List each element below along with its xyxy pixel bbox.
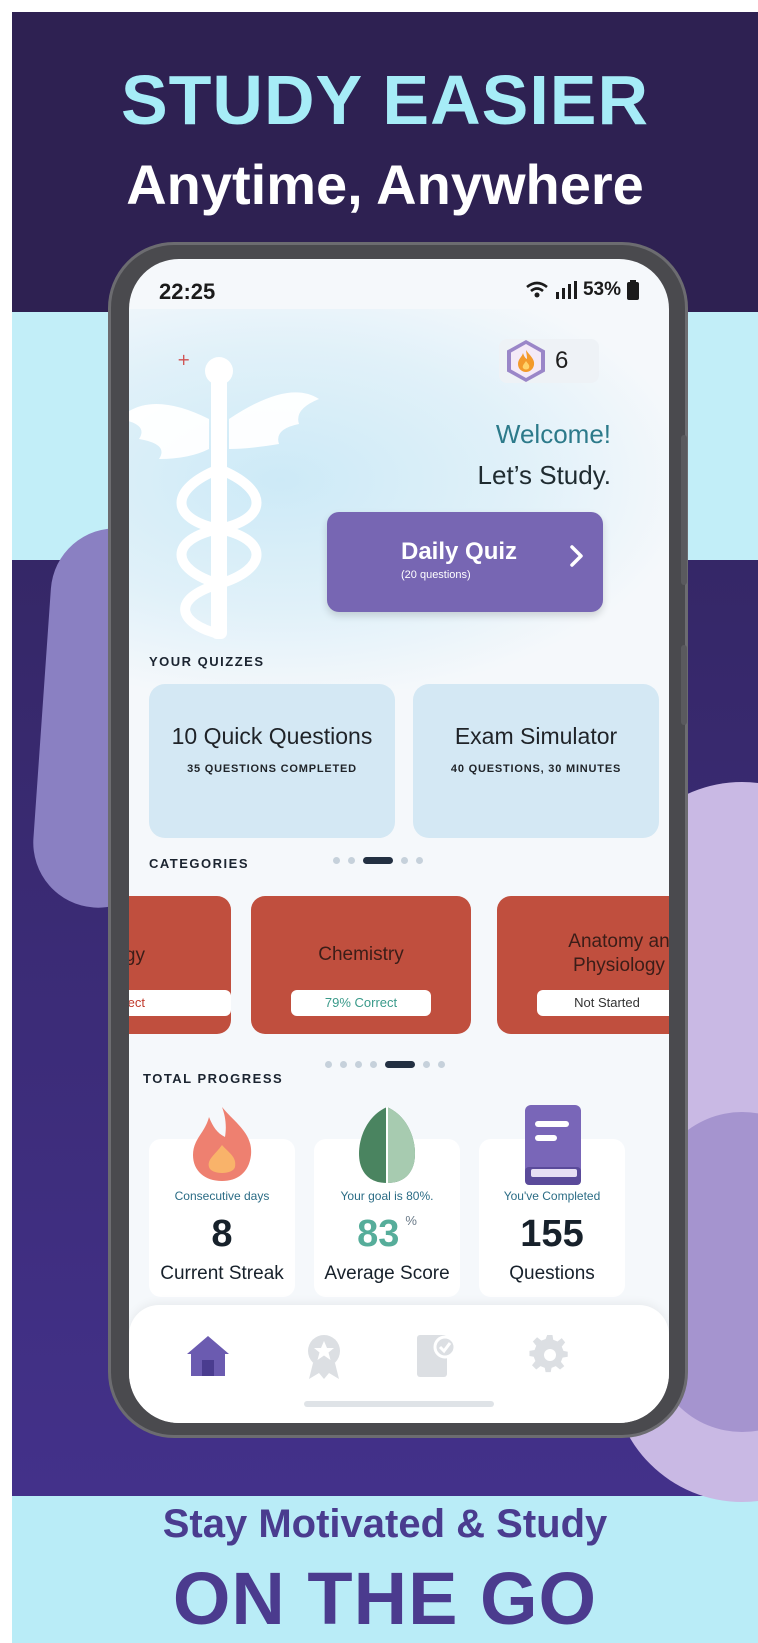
category-status: orrect [129, 990, 231, 1016]
phone-side-button [681, 435, 687, 585]
flame-icon [518, 350, 535, 372]
quiz-card-subtitle: 35 QUESTIONS COMPLETED [187, 763, 357, 775]
stat-card-questions: You've Completed 155 Questions [479, 1105, 625, 1297]
stat-caption: Your goal is 80%. [340, 1189, 434, 1203]
stat-caption: Consecutive days [174, 1189, 270, 1203]
quiz-card-exam-simulator[interactable]: Exam Simulator 40 QUESTIONS, 30 MINUTES [413, 684, 659, 838]
daily-quiz-button[interactable]: Daily Quiz (20 questions) [327, 512, 603, 612]
category-status: Not Started [537, 990, 669, 1016]
stat-card-average-score: Your goal is 80%. 83% Average Score [314, 1107, 460, 1297]
stat-value: 8 [211, 1213, 233, 1255]
category-card-anatomy[interactable]: Anatomy an Physiology Not Started [497, 896, 669, 1034]
category-status: 79% Correct [291, 990, 431, 1016]
welcome-subtitle: Let’s Study. [477, 460, 611, 490]
battery-icon [627, 280, 639, 300]
streak-hex [507, 340, 545, 382]
tab-achievements[interactable] [299, 1331, 349, 1381]
quiz-card-quick-questions[interactable]: 10 Quick Questions 35 QUESTIONS COMPLETE… [149, 684, 395, 838]
section-label-total-progress: TOTAL PROGRESS [143, 1071, 284, 1086]
gear-icon [529, 1335, 568, 1373]
caduceus-illustration: + [129, 350, 319, 639]
category-title: Anatomy an Physiology [568, 931, 669, 976]
category-card-chemistry[interactable]: Chemistry 79% Correct [251, 896, 471, 1034]
checklist-icon [417, 1335, 457, 1377]
tab-home[interactable] [183, 1331, 233, 1381]
daily-quiz-title: Daily Quiz [401, 538, 518, 565]
chevron-right-icon [570, 545, 583, 567]
phone-frame: + 22:25 53% 6 Welcome! Let’s Study. Dail… [108, 242, 688, 1438]
signal-icon [555, 281, 577, 299]
welcome-block: Welcome! Let’s Study. [478, 419, 611, 491]
award-icon [308, 1335, 340, 1379]
tab-progress[interactable] [411, 1331, 461, 1381]
stat-label: Current Streak [160, 1263, 284, 1284]
phone-side-button [681, 645, 687, 725]
section-label-categories: CATEGORIES [149, 856, 249, 871]
status-bar: 22:25 53% [129, 259, 669, 319]
section-label-your-quizzes: YOUR QUIZZES [149, 654, 265, 669]
status-indicators: 53% [525, 279, 639, 301]
promo-footer-line: Stay Motivated & Study [162, 1502, 608, 1546]
promo-footer-headline: ON THE GO [172, 1557, 598, 1640]
daily-quiz-subtitle: (20 questions) [401, 569, 471, 581]
leaf-icon [359, 1107, 415, 1183]
category-title: ogy [129, 945, 145, 966]
stat-caption: You've Completed [503, 1189, 601, 1203]
stat-card-streak: Consecutive days 8 Current Streak [149, 1107, 295, 1297]
wifi-icon [526, 281, 548, 298]
flame-icon [193, 1107, 252, 1181]
welcome-title: Welcome! [495, 419, 611, 449]
category-card[interactable]: ogy orrect [129, 896, 231, 1034]
streak-count: 6 [555, 347, 569, 374]
home-icon [187, 1336, 229, 1376]
home-indicator[interactable] [304, 1401, 494, 1407]
quiz-card-subtitle: 40 QUESTIONS, 30 MINUTES [450, 763, 622, 775]
stat-value: 83% [357, 1213, 417, 1255]
promo-headline: STUDY EASIER [120, 61, 650, 139]
tab-settings[interactable] [525, 1331, 575, 1381]
quiz-card-title: Exam Simulator [454, 723, 618, 749]
battery-percent: 53% [582, 279, 621, 300]
stat-label: Questions [509, 1263, 595, 1284]
svg-text:+: + [177, 350, 190, 369]
status-time: 22:25 [159, 279, 216, 304]
streak-badge[interactable]: 6 [499, 339, 599, 383]
app-screen: + 22:25 53% 6 Welcome! Let’s Study. Dail… [129, 259, 669, 1423]
promo-subheadline: Anytime, Anywhere [126, 153, 644, 216]
quiz-pager-dots[interactable] [333, 857, 423, 864]
stat-value: 155 [520, 1213, 584, 1255]
category-title: Chemistry [318, 944, 404, 965]
quiz-card-title: 10 Quick Questions [171, 723, 373, 749]
stat-label: Average Score [324, 1263, 450, 1284]
book-icon [525, 1105, 581, 1185]
bottom-tab-bar [129, 1305, 669, 1423]
category-pager-dots[interactable] [325, 1061, 445, 1068]
